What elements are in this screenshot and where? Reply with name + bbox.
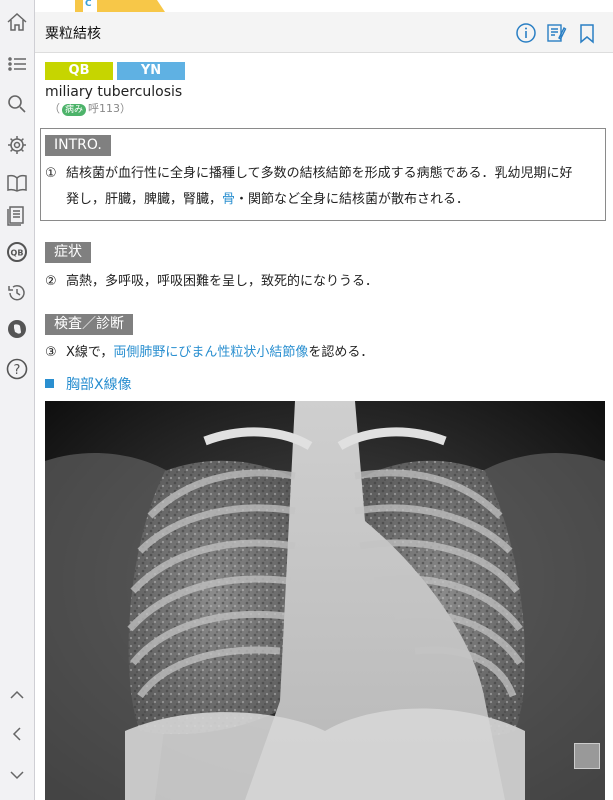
qb-badge[interactable]: QB bbox=[45, 62, 113, 80]
page-title: 粟粒結核 bbox=[45, 26, 101, 42]
english-name: miliary tuberculosis bbox=[45, 84, 183, 100]
intro-line2-a: 発し，肝臓，脾臓，腎臓， bbox=[66, 192, 223, 207]
svg-text:?: ? bbox=[14, 363, 21, 378]
tab-letter[interactable]: C bbox=[85, 0, 92, 9]
info-icon[interactable] bbox=[515, 22, 537, 44]
zoom-corner-button[interactable] bbox=[574, 743, 600, 769]
exam-heading: 検査／診断 bbox=[45, 314, 133, 335]
chevron-down-icon[interactable] bbox=[5, 763, 29, 787]
figure-title-text: 胸部X線像 bbox=[66, 377, 132, 393]
note-edit-icon[interactable] bbox=[545, 22, 567, 44]
ref-code: 呼113） bbox=[88, 102, 132, 115]
book-icon[interactable] bbox=[5, 171, 29, 195]
chest-xray-image[interactable] bbox=[45, 401, 605, 800]
intro-num: ① bbox=[45, 166, 57, 181]
help-icon[interactable]: ? bbox=[5, 357, 29, 381]
history-icon[interactable] bbox=[5, 281, 29, 305]
intro-line2-b: ・関節など全身に結核菌が散布される． bbox=[235, 192, 470, 207]
reference[interactable]: （病み 呼113） bbox=[49, 100, 131, 116]
exam-text-b: を認める． bbox=[308, 345, 374, 360]
exam-text-a: X線で， bbox=[66, 345, 114, 360]
yn-badge[interactable]: YN bbox=[117, 62, 185, 80]
svg-text:QB: QB bbox=[11, 249, 24, 258]
header-bar: 粟粒結核 bbox=[35, 12, 613, 53]
exam-num: ③ bbox=[45, 345, 57, 360]
intro-line1: 結核菌が血行性に全身に播種して多数の結核結節を形成する病態である．乳幼児期に好 bbox=[66, 166, 573, 181]
qb-icon[interactable]: QB bbox=[5, 240, 29, 264]
ref-open: （ bbox=[49, 102, 60, 115]
figure-title: 胸部X線像 bbox=[45, 374, 132, 394]
symptoms-heading: 症状 bbox=[45, 242, 91, 263]
intro-line2: 発し，肝臓，脾臓，腎臓，骨・関節など全身に結核菌が散布される． bbox=[66, 187, 469, 213]
tab-strip: C bbox=[35, 0, 613, 12]
figure-square-icon bbox=[45, 379, 54, 388]
symptoms-text: 高熱，多呼吸，呼吸困難を呈し，致死的になりうる． bbox=[66, 274, 379, 289]
search-icon[interactable] bbox=[5, 92, 29, 116]
sidebar: QB ? bbox=[0, 0, 35, 800]
list-icon[interactable] bbox=[5, 52, 29, 76]
bookmark-icon[interactable] bbox=[576, 22, 598, 44]
evernote-icon[interactable] bbox=[5, 317, 29, 341]
gear-icon[interactable] bbox=[5, 133, 29, 157]
symptoms-num: ② bbox=[45, 274, 57, 289]
chevron-up-icon[interactable] bbox=[5, 683, 29, 707]
exam-text: X線で，両側肺野にびまん性粒状小結節像を認める． bbox=[66, 340, 373, 366]
document-icon[interactable] bbox=[5, 203, 29, 227]
intro-heading: INTRO. bbox=[45, 135, 111, 156]
bone-link[interactable]: 骨 bbox=[222, 192, 235, 207]
chevron-left-icon[interactable] bbox=[5, 722, 29, 746]
ref-book-pill: 病み bbox=[62, 104, 87, 116]
finding-link[interactable]: 両側肺野にびまん性粒状小結節像 bbox=[113, 345, 308, 360]
home-icon[interactable] bbox=[5, 10, 29, 34]
